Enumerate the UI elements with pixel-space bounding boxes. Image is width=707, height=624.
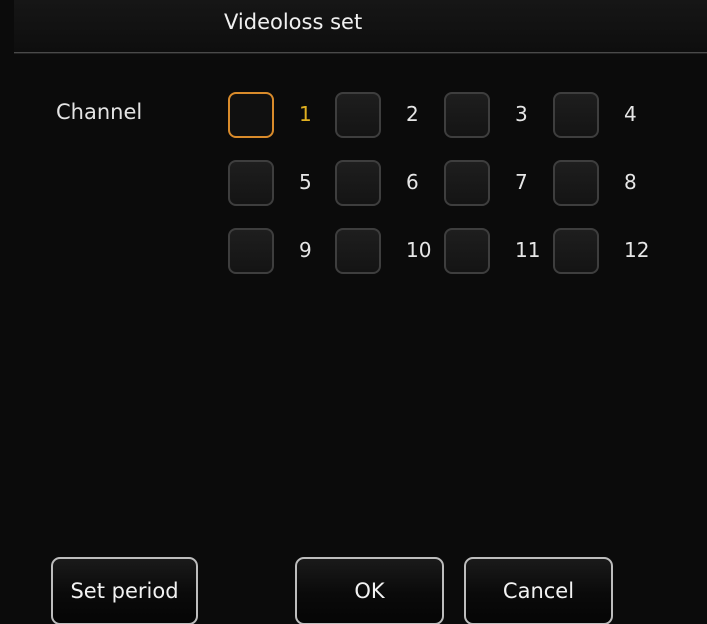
channel-9-checkbox[interactable] (228, 228, 274, 274)
channel-11-checkbox[interactable] (444, 228, 490, 274)
cancel-button[interactable]: Cancel (464, 557, 613, 624)
channel-12-label: 12 (624, 238, 650, 262)
channel-6-label: 6 (406, 170, 419, 194)
channel-3-checkbox[interactable] (444, 92, 490, 138)
channel-7-label: 7 (515, 170, 528, 194)
ok-button[interactable]: OK (295, 557, 444, 624)
channel-label: Channel (56, 100, 143, 124)
channel-2-checkbox[interactable] (335, 92, 381, 138)
channel-10-label: 10 (406, 238, 432, 262)
channel-2-label: 2 (406, 102, 419, 126)
channel-6-checkbox[interactable] (335, 160, 381, 206)
dialog-title: Videoloss set (224, 10, 363, 34)
set-period-button[interactable]: Set period (51, 557, 198, 624)
channel-11-label: 11 (515, 238, 541, 262)
channel-8-checkbox[interactable] (553, 160, 599, 206)
channel-7-checkbox[interactable] (444, 160, 490, 206)
title-bar: Videoloss set (14, 0, 707, 53)
channel-8-label: 8 (624, 170, 637, 194)
videoloss-dialog: Videoloss set Channel 1 2 3 4 5 6 7 8 9 10 11 12 Se… (0, 0, 707, 624)
channel-4-checkbox[interactable] (553, 92, 599, 138)
channel-12-checkbox[interactable] (553, 228, 599, 274)
channel-9-label: 9 (299, 238, 312, 262)
channel-5-label: 5 (299, 170, 312, 194)
channel-4-label: 4 (624, 102, 637, 126)
channel-3-label: 3 (515, 102, 528, 126)
channel-1-label: 1 (299, 102, 312, 126)
channel-5-checkbox[interactable] (228, 160, 274, 206)
channel-1-checkbox[interactable] (228, 92, 274, 138)
channel-10-checkbox[interactable] (335, 228, 381, 274)
